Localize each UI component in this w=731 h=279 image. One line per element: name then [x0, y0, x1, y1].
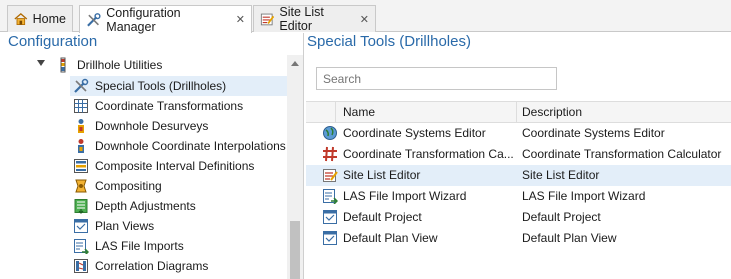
- plan-view-icon: [323, 231, 337, 245]
- interpolation-icon: [78, 139, 84, 153]
- row-name: Default Project: [343, 210, 422, 224]
- scroll-up-icon[interactable]: [291, 61, 299, 66]
- tree-item-label: Compositing: [95, 179, 162, 193]
- row-name: Site List Editor: [343, 168, 421, 182]
- tree-item-downhole-coordinate-interpolations[interactable]: Downhole Coordinate Interpolations: [73, 136, 286, 156]
- tree-item-label: Composite Interval Definitions: [95, 159, 255, 173]
- column-header-description[interactable]: Description: [522, 105, 582, 119]
- list-editor-icon: [260, 13, 275, 26]
- special-tools-heading: Special Tools (Drillholes): [307, 33, 471, 50]
- tree-item-label: Correlation Diagrams: [95, 259, 209, 273]
- hash-icon: [323, 146, 337, 162]
- tree-item-special-tools[interactable]: Special Tools (Drillholes): [70, 76, 287, 96]
- tree-item-label: Downhole Coordinate Interpolations: [95, 139, 286, 153]
- tab-label: Home: [32, 12, 66, 26]
- row-name: Coordinate Transformation Ca...: [343, 147, 513, 161]
- tools-icon: [74, 78, 89, 93]
- row-description: Site List Editor: [522, 168, 600, 182]
- row-name: Default Plan View: [343, 231, 438, 245]
- correlation-icon: [74, 259, 88, 273]
- tab-site-list-editor[interactable]: Site List Editor ✕: [253, 5, 376, 33]
- tree-item-composite-interval-definitions[interactable]: Composite Interval Definitions: [73, 156, 254, 176]
- table-row[interactable]: Default Project Default Project: [306, 207, 731, 228]
- row-description: Coordinate Transformation Calculator: [522, 147, 722, 161]
- pane-divider[interactable]: [303, 33, 304, 279]
- tree-item-label: Plan Views: [95, 219, 155, 233]
- las-import-icon: [74, 239, 89, 254]
- configuration-heading: Configuration: [8, 33, 98, 50]
- row-name: Coordinate Systems Editor: [343, 126, 486, 140]
- tab-home[interactable]: Home: [7, 5, 73, 32]
- plan-view-icon: [323, 210, 337, 224]
- drillhole-icon: [60, 57, 66, 73]
- table-row[interactable]: Site List Editor Site List Editor: [306, 165, 731, 186]
- column-header-name[interactable]: Name: [343, 105, 375, 119]
- las-import-icon: [323, 189, 338, 204]
- row-description: Coordinate Systems Editor: [522, 126, 665, 140]
- chevron-down-icon[interactable]: [37, 60, 45, 66]
- compositing-icon: [75, 179, 87, 193]
- grid-icon: [74, 99, 88, 113]
- tree-item-drillhole-utilities[interactable]: Drillhole Utilities: [55, 55, 162, 75]
- desurvey-icon: [78, 119, 84, 133]
- tree-item-las-file-imports[interactable]: LAS File Imports: [73, 236, 184, 256]
- table-row[interactable]: Coordinate Transformation Ca... Coordina…: [306, 144, 731, 165]
- search-input[interactable]: [316, 67, 557, 90]
- tree-item-label: Drillhole Utilities: [77, 58, 163, 72]
- table-row[interactable]: Coordinate Systems Editor Coordinate Sys…: [306, 123, 731, 144]
- interval-icon: [74, 159, 88, 173]
- table-row[interactable]: LAS File Import Wizard LAS File Import W…: [306, 186, 731, 207]
- tree-item-correlation-diagrams[interactable]: Correlation Diagrams: [73, 256, 208, 276]
- tab-label: Site List Editor: [279, 5, 324, 33]
- tree-item-downhole-desurveys[interactable]: Downhole Desurveys: [73, 116, 208, 136]
- tree-item-label: Coordinate Transformations: [95, 99, 244, 113]
- close-icon[interactable]: ✕: [360, 13, 369, 26]
- tree-item-label: Special Tools (Drillholes): [95, 79, 227, 93]
- grid-header: Name Description: [306, 101, 731, 123]
- tree-item-plan-views[interactable]: Plan Views: [73, 216, 154, 236]
- column-separator[interactable]: [335, 102, 336, 123]
- list-editor-icon: [323, 169, 338, 182]
- tree-item-compositing[interactable]: Compositing: [73, 176, 162, 196]
- column-separator[interactable]: [516, 102, 517, 123]
- home-icon: [14, 13, 28, 25]
- tab-strip: Home Configuration Manager ✕ Site List E…: [0, 0, 731, 34]
- tab-configuration-manager[interactable]: Configuration Manager ✕: [79, 5, 252, 34]
- close-icon[interactable]: ✕: [236, 13, 245, 26]
- tree-item-coordinate-transformations[interactable]: Coordinate Transformations: [73, 96, 243, 116]
- tree-item-label: Downhole Desurveys: [95, 119, 209, 133]
- tab-label: Configuration Manager: [106, 5, 181, 34]
- scrollbar-thumb[interactable]: [290, 221, 300, 279]
- tree-item-label: Depth Adjustments: [95, 199, 196, 213]
- row-name: LAS File Import Wizard: [343, 189, 467, 203]
- depth-icon: [74, 199, 88, 214]
- tree-item-label: LAS File Imports: [95, 239, 184, 253]
- tree-item-depth-adjustments[interactable]: Depth Adjustments: [73, 196, 196, 216]
- globe-icon: [323, 126, 337, 140]
- table-row[interactable]: Default Plan View Default Plan View: [306, 228, 731, 249]
- row-description: Default Plan View: [522, 231, 617, 245]
- tree-scrollbar[interactable]: [287, 55, 303, 279]
- tools-icon: [87, 12, 101, 26]
- row-description: LAS File Import Wizard: [522, 189, 646, 203]
- plan-view-icon: [74, 219, 88, 233]
- row-description: Default Project: [522, 210, 601, 224]
